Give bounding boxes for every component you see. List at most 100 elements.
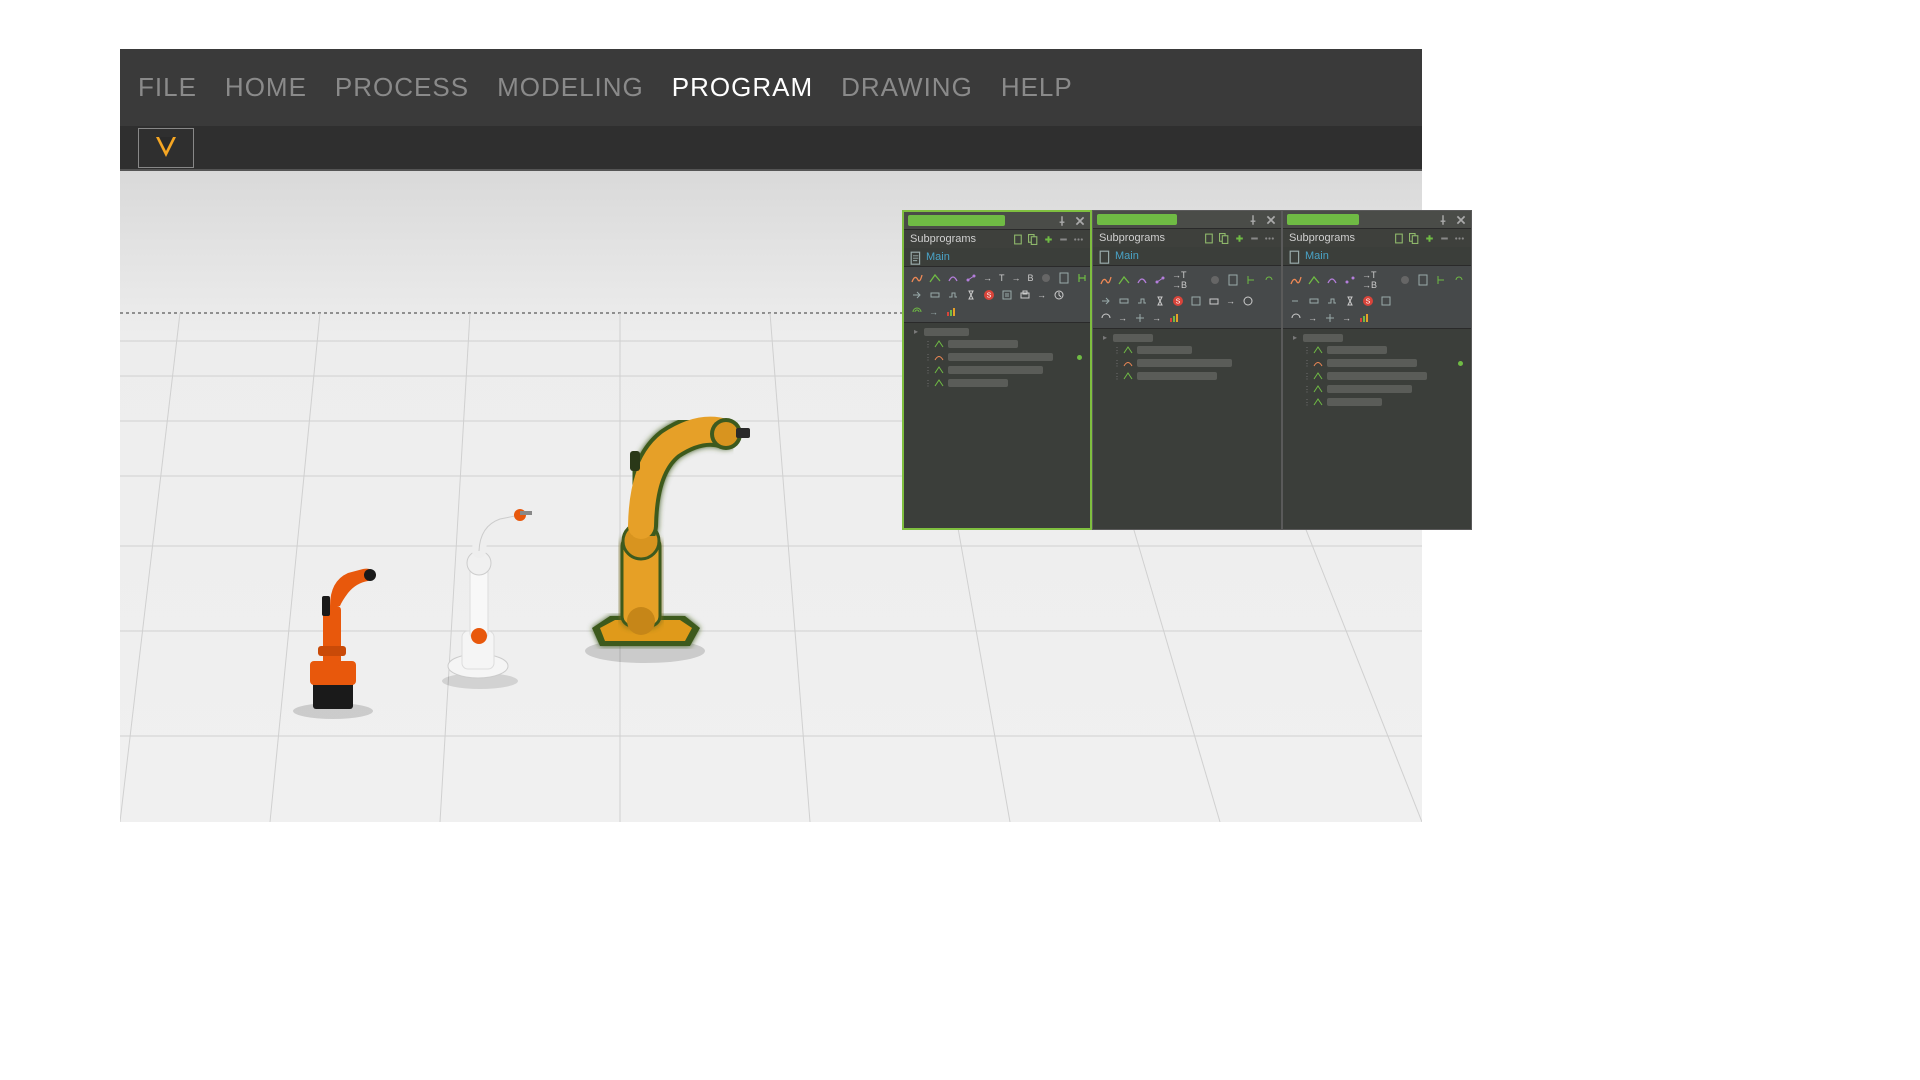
- assign-icon[interactable]: [1289, 294, 1302, 307]
- timer-icon[interactable]: [964, 288, 977, 301]
- doc-icon[interactable]: [1058, 271, 1071, 284]
- chart-icon[interactable]: [1357, 311, 1370, 324]
- program-tree[interactable]: ▸ ⋮ ⋮ ⋮ ⋮ ⋮: [1283, 329, 1471, 529]
- menu-file[interactable]: FILE: [138, 72, 197, 103]
- new-file-icon[interactable]: [1012, 233, 1024, 245]
- main-routine-row[interactable]: Main: [904, 248, 1090, 266]
- copy-file-icon[interactable]: [1408, 232, 1420, 244]
- add-icon[interactable]: [1423, 232, 1435, 244]
- set-signal-icon[interactable]: [1135, 294, 1148, 307]
- menu-drawing[interactable]: DRAWING: [841, 72, 973, 103]
- path-icon[interactable]: [964, 271, 977, 284]
- panel-titlebar[interactable]: [904, 212, 1090, 229]
- stop-icon[interactable]: S: [1361, 294, 1374, 307]
- copy-file-icon[interactable]: [1027, 233, 1039, 245]
- ptp-motion-icon[interactable]: [1289, 274, 1302, 287]
- doc-icon[interactable]: [1416, 274, 1429, 287]
- loop-icon[interactable]: [1262, 274, 1275, 287]
- stop-icon[interactable]: S: [1171, 294, 1184, 307]
- wait-signal-icon[interactable]: [1117, 294, 1130, 307]
- print-icon[interactable]: [1018, 288, 1031, 301]
- sync-icon[interactable]: [1323, 311, 1336, 324]
- copy-file-icon[interactable]: [1218, 232, 1230, 244]
- panel-tab[interactable]: [908, 215, 1005, 226]
- signal-out-icon[interactable]: [1289, 311, 1302, 324]
- stop-icon[interactable]: S: [982, 288, 995, 301]
- new-file-icon[interactable]: [1393, 232, 1405, 244]
- circ-motion-icon[interactable]: [946, 271, 959, 284]
- menu-modeling[interactable]: MODELING: [497, 72, 644, 103]
- program-tree[interactable]: ▸ ⋮ ⋮ ⋮: [1093, 329, 1281, 529]
- list-icon[interactable]: [1189, 294, 1202, 307]
- pin-icon[interactable]: [1056, 215, 1068, 227]
- panel-titlebar[interactable]: [1093, 211, 1281, 228]
- list-icon[interactable]: [1379, 294, 1392, 307]
- set-signal-icon[interactable]: [946, 288, 959, 301]
- panel-tab[interactable]: [1097, 214, 1177, 225]
- branch-icon[interactable]: [1076, 271, 1089, 284]
- assign-icon[interactable]: [910, 288, 923, 301]
- record-icon[interactable]: [1208, 274, 1221, 287]
- path-icon[interactable]: [1343, 274, 1356, 287]
- add-icon[interactable]: [1042, 233, 1054, 245]
- loop-icon[interactable]: [1452, 274, 1465, 287]
- ptp-motion-icon[interactable]: [1099, 274, 1112, 287]
- delete-icon[interactable]: [1057, 233, 1069, 245]
- menu-program[interactable]: PROGRAM: [672, 72, 813, 103]
- panel-titlebar[interactable]: [1283, 211, 1471, 228]
- path-icon[interactable]: [1153, 274, 1166, 287]
- menu-process[interactable]: PROCESS: [335, 72, 469, 103]
- signal-out-icon[interactable]: [1099, 311, 1112, 324]
- svg-text:S: S: [1365, 298, 1370, 305]
- record-icon[interactable]: [1398, 274, 1411, 287]
- wait-signal-icon[interactable]: [928, 288, 941, 301]
- pin-icon[interactable]: [1437, 214, 1449, 226]
- more-icon[interactable]: [1072, 233, 1084, 245]
- signal-out-icon[interactable]: [910, 305, 923, 318]
- circ-motion-icon[interactable]: [1135, 274, 1148, 287]
- delete-icon[interactable]: [1438, 232, 1450, 244]
- main-routine-row[interactable]: Main: [1093, 247, 1281, 265]
- more-icon[interactable]: [1453, 232, 1465, 244]
- pin-icon[interactable]: [1247, 214, 1259, 226]
- sync-icon[interactable]: [1133, 311, 1146, 324]
- main-routine-row[interactable]: Main: [1283, 247, 1471, 265]
- close-icon[interactable]: [1074, 215, 1086, 227]
- lin-motion-icon[interactable]: [928, 271, 941, 284]
- timer-icon[interactable]: [1343, 294, 1356, 307]
- wait-signal-icon[interactable]: [1307, 294, 1320, 307]
- input-icon[interactable]: [1052, 288, 1065, 301]
- assign-icon[interactable]: [1099, 294, 1112, 307]
- new-file-icon[interactable]: [1203, 232, 1215, 244]
- close-icon[interactable]: [1265, 214, 1277, 226]
- program-panel-1[interactable]: Subprograms Main → T → B: [902, 210, 1092, 530]
- program-tree[interactable]: ▸ ⋮ ⋮ ⋮ ⋮: [904, 323, 1090, 523]
- list-icon[interactable]: [1000, 288, 1013, 301]
- program-panel-2[interactable]: Subprograms Main →T →B: [1092, 210, 1282, 530]
- lin-motion-icon[interactable]: [1307, 274, 1320, 287]
- menu-help[interactable]: HELP: [1001, 72, 1073, 103]
- lin-motion-icon[interactable]: [1117, 274, 1130, 287]
- program-panel-3[interactable]: Subprograms Main →T →B: [1282, 210, 1472, 530]
- more-icon[interactable]: [1263, 232, 1275, 244]
- input-icon[interactable]: [1241, 294, 1254, 307]
- add-icon[interactable]: [1233, 232, 1245, 244]
- branch-icon[interactable]: [1434, 274, 1447, 287]
- chart-icon[interactable]: [944, 305, 957, 318]
- main-label: Main: [926, 251, 950, 263]
- record-icon[interactable]: [1040, 271, 1053, 284]
- chart-icon[interactable]: [1167, 311, 1180, 324]
- branch-icon[interactable]: [1244, 274, 1257, 287]
- doc-icon[interactable]: [1226, 274, 1239, 287]
- set-signal-icon[interactable]: [1325, 294, 1338, 307]
- delete-icon[interactable]: [1248, 232, 1260, 244]
- statement-toolbar: → T → B S → →: [904, 266, 1090, 323]
- app-logo[interactable]: [138, 128, 194, 168]
- print-icon[interactable]: [1207, 294, 1220, 307]
- circ-motion-icon[interactable]: [1325, 274, 1338, 287]
- timer-icon[interactable]: [1153, 294, 1166, 307]
- panel-tab[interactable]: [1287, 214, 1359, 225]
- close-icon[interactable]: [1455, 214, 1467, 226]
- ptp-motion-icon[interactable]: [910, 271, 923, 284]
- menu-home[interactable]: HOME: [225, 72, 307, 103]
